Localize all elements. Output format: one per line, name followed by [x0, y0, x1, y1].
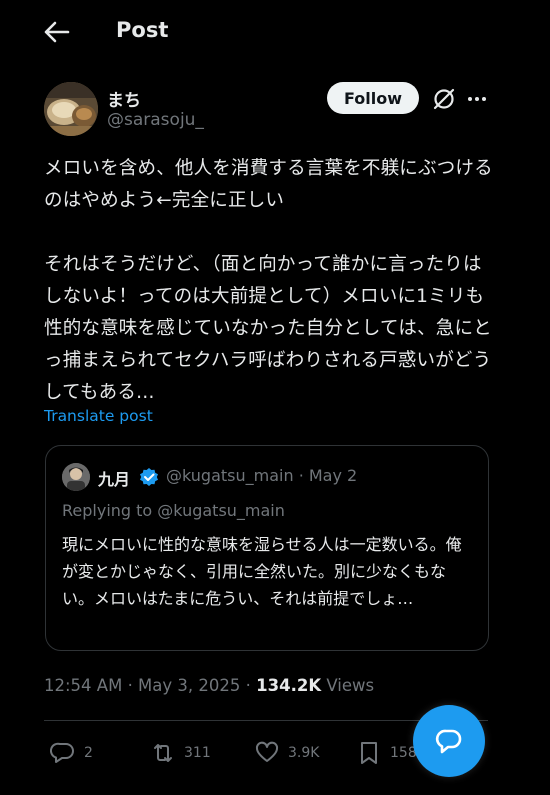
repost-button[interactable]: 311 [150, 738, 211, 768]
page-title: Post [116, 18, 169, 42]
reply-count: 2 [84, 745, 93, 761]
grok-icon[interactable] [431, 86, 457, 112]
bookmark-button[interactable]: 158 [356, 738, 417, 768]
quoted-author-name: 九月 [98, 470, 131, 489]
post-text: メロいを含め、他人を消費する言葉を不躾にぶつけるのはやめよう←完全に正しい それ… [44, 158, 493, 403]
compose-icon [435, 729, 462, 754]
post-meta: 12:54 AM · May 3, 2025 · 134.2K Views [44, 676, 374, 695]
views-label: Views [321, 676, 375, 695]
repost-count: 311 [184, 745, 211, 761]
like-button[interactable]: 3.9K [254, 738, 319, 768]
replying-to-text: Replying to @kugatsu_main [62, 501, 285, 520]
quoted-author-avatar[interactable] [62, 463, 90, 491]
bookmark-icon [361, 742, 377, 764]
compose-reply-button[interactable] [413, 705, 485, 777]
author-name[interactable]: まち [107, 86, 141, 111]
translate-post-link[interactable]: Translate post [44, 407, 153, 425]
views-count: 134.2K [256, 676, 322, 695]
verified-badge-icon [140, 468, 158, 486]
quoted-handle-date: @kugatsu_main · May 2 [166, 466, 358, 485]
reply-icon [50, 742, 74, 763]
reply-button[interactable]: 2 [50, 738, 93, 768]
like-count: 3.9K [288, 745, 320, 761]
post-datetime[interactable]: 12:54 AM · May 3, 2025 · [44, 676, 256, 695]
more-icon[interactable] [466, 88, 488, 110]
back-arrow-icon[interactable] [42, 20, 70, 44]
quoted-post[interactable]: 九月 @kugatsu_main · May 2 Replying to @ku… [45, 445, 489, 651]
follow-button[interactable]: Follow [327, 82, 419, 114]
quoted-post-text: 現にメロいに性的な意味を湿らせる人は一定数いる。俺が変とかじゃなく、引用に全然い… [62, 535, 462, 608]
like-icon [255, 741, 279, 762]
author-handle[interactable]: @sarasoju_ [107, 110, 204, 130]
repost-icon [154, 744, 172, 762]
top-bar: Post [0, 0, 550, 64]
author-avatar[interactable] [44, 82, 98, 136]
